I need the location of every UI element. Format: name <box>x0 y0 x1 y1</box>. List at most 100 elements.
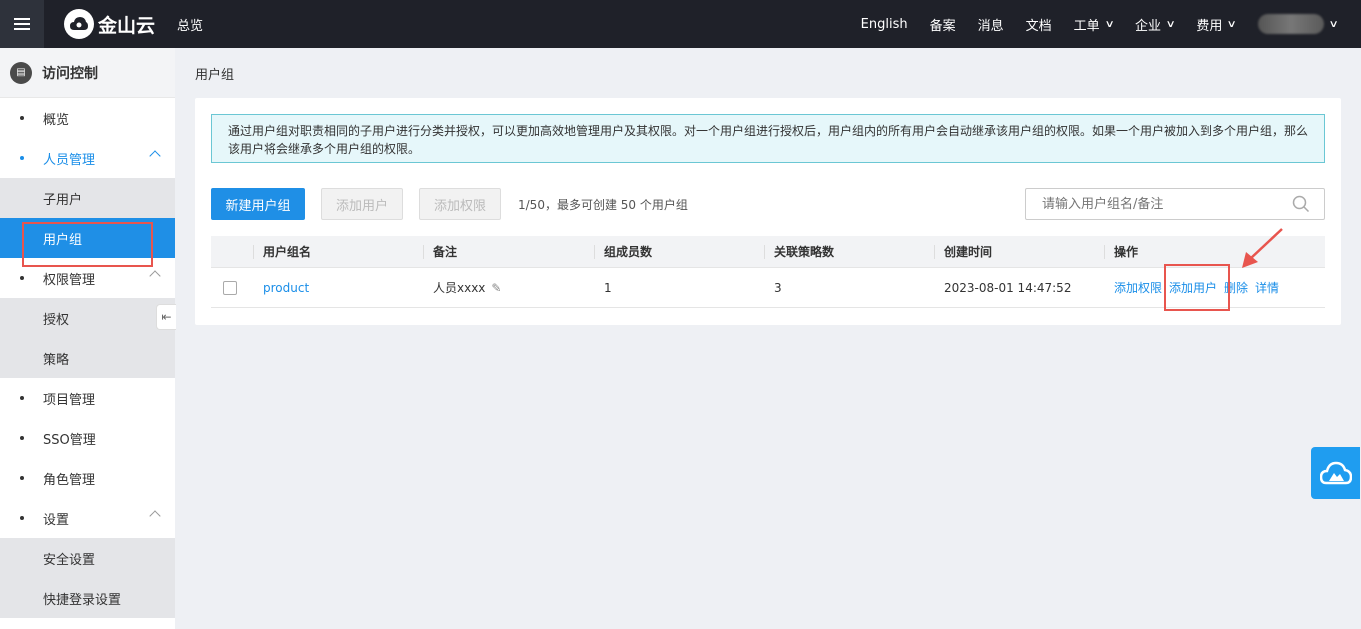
nav-docs-link[interactable]: 文档 <box>1026 15 1052 34</box>
page-title: 用户组 <box>195 68 235 83</box>
create-group-button[interactable]: 新建用户组 <box>211 188 305 220</box>
nav-messages-link[interactable]: 消息 <box>978 15 1004 34</box>
nav-enterprise-menu[interactable]: 企业 ∨ <box>1134 15 1176 34</box>
nav-ticket-label: 工单 <box>1073 18 1100 34</box>
nav-enterprise-label: 企业 <box>1134 18 1161 34</box>
bullet-icon <box>20 436 24 440</box>
chevron-down-icon: ∨ <box>1328 18 1339 30</box>
row-add-permission-link[interactable]: 添加权限 <box>1114 279 1162 296</box>
collapse-left-icon: ⇤ <box>161 310 172 324</box>
add-user-button[interactable]: 添加用户 <box>321 188 403 220</box>
sidebar-item-label: 角色管理 <box>43 472 96 488</box>
sidebar-item-role[interactable]: 角色管理 <box>0 458 175 498</box>
brand-name: 金山云 <box>98 14 156 37</box>
info-notice: 通过用户组对职责相同的子用户进行分类并授权，可以更加高效地管理用户及其权限。对一… <box>211 114 1325 163</box>
highlight-box-add-user <box>1164 264 1230 311</box>
usergroup-table: 用户组名 备注 组成员数 关联策略数 创建时间 操作 product 人员xxx… <box>211 236 1325 308</box>
bullet-icon <box>20 516 24 520</box>
row-checkbox[interactable] <box>223 280 237 295</box>
nav-overview-link[interactable]: 总览 <box>177 15 203 34</box>
cell-members: 1 <box>594 268 764 307</box>
nav-filing-label: 备案 <box>929 18 956 34</box>
header-label: 用户组名 <box>263 245 312 259</box>
id-card-icon: ▤ <box>10 61 32 84</box>
sidebar-item-label: 设置 <box>43 512 70 528</box>
bullet-icon <box>20 116 24 120</box>
brand-logo[interactable]: 金山云 <box>64 9 155 39</box>
nav-english-label: English <box>860 16 908 32</box>
highlight-box-usergroup <box>22 222 153 267</box>
header-members: 组成员数 <box>594 236 764 267</box>
search-icon[interactable] <box>1292 195 1310 213</box>
remark-text: 人员xxxx <box>433 281 486 295</box>
cell-remark: 人员xxxx ✎ <box>423 268 594 307</box>
bullet-icon <box>20 156 24 160</box>
notice-line-2: 该用户将会继承多个用户组的权限。 <box>228 142 421 156</box>
sidebar-item-security[interactable]: 安全设置 <box>0 538 175 578</box>
sidebar-item-label: 安全设置 <box>43 552 96 568</box>
nav-billing-label: 费用 <box>1196 18 1223 34</box>
header-actions: 操作 <box>1104 236 1325 267</box>
header-label: 关联策略数 <box>774 245 835 259</box>
chevron-up-icon <box>149 150 161 162</box>
sidebar-item-label: 策略 <box>43 352 70 368</box>
group-quota-text: 1/50，最多可创建 50 个用户组 <box>518 198 688 212</box>
annotation-arrow-icon <box>1242 228 1283 268</box>
cell-policies: 3 <box>764 268 934 307</box>
nav-docs-label: 文档 <box>1025 18 1052 34</box>
sidebar-item-sso[interactable]: SSO管理 <box>0 418 175 458</box>
sidebar-item-label: 人员管理 <box>43 152 96 168</box>
floating-help-button[interactable] <box>1311 447 1360 499</box>
sidebar-item-policy[interactable]: 策略 <box>0 338 175 378</box>
header-created: 创建时间 <box>934 236 1104 267</box>
add-permission-button[interactable]: 添加权限 <box>419 188 501 220</box>
nav-billing-menu[interactable]: 费用 ∨ <box>1196 15 1237 34</box>
mountain-cloud-icon <box>1319 461 1352 485</box>
hamburger-icon <box>14 17 30 31</box>
created-time: 2023-08-01 14:47:52 <box>944 280 1072 295</box>
group-name-link[interactable]: product <box>263 281 309 295</box>
row-select-cell <box>211 268 253 307</box>
cell-created: 2023-08-01 14:47:52 <box>934 268 1104 307</box>
member-count: 1 <box>604 280 612 295</box>
chevron-up-icon <box>149 510 161 522</box>
sidebar-item-label: SSO管理 <box>43 432 96 448</box>
header-policies: 关联策略数 <box>764 236 934 267</box>
row-detail-link[interactable]: 详情 <box>1255 279 1279 296</box>
header-label: 备注 <box>433 245 458 259</box>
nav-messages-label: 消息 <box>977 18 1004 34</box>
sidebar-item-label: 子用户 <box>43 192 83 208</box>
header-group-name: 用户组名 <box>253 236 423 267</box>
notice-line-1: 通过用户组对职责相同的子用户进行分类并授权，可以更加高效地管理用户及其权限。对一… <box>228 124 1309 138</box>
chevron-up-icon <box>149 270 161 282</box>
bullet-icon <box>20 396 24 400</box>
bullet-icon <box>20 276 24 280</box>
sidebar-item-people[interactable]: 人员管理 <box>0 138 175 178</box>
table-row: product 人员xxxx ✎ 1 3 2023-08-01 14:47:52 … <box>211 268 1325 308</box>
search-input[interactable] <box>1025 188 1325 220</box>
sidebar-item-subuser[interactable]: 子用户 <box>0 178 175 218</box>
sidebar-item-label: 快捷登录设置 <box>43 592 122 608</box>
sidebar-item-settings[interactable]: 设置 <box>0 498 175 538</box>
sidebar-item-overview[interactable]: 概览 <box>0 98 175 138</box>
sidebar-item-project[interactable]: 项目管理 <box>0 378 175 418</box>
sidebar: ▤ 访问控制 概览 人员管理 子用户 用户组 权限管理 授权 策略 项目管理 S… <box>0 48 175 629</box>
nav-filing-link[interactable]: 备案 <box>930 15 956 34</box>
menu-toggle-button[interactable] <box>0 0 44 48</box>
sidebar-item-grant[interactable]: 授权 <box>0 298 175 338</box>
top-navbar: 金山云 总览 English 备案 消息 文档 工单 ∨ 企业 ∨ 费用 ∨ ∨ <box>0 0 1361 48</box>
sidebar-title: 访问控制 <box>42 65 98 82</box>
table-header: 用户组名 备注 组成员数 关联策略数 创建时间 操作 <box>211 236 1325 268</box>
sidebar-collapse-button[interactable]: ⇤ <box>156 304 176 330</box>
header-label: 组成员数 <box>604 245 653 259</box>
nav-ticket-menu[interactable]: 工单 ∨ <box>1073 15 1115 34</box>
account-menu[interactable]: ∨ <box>1257 14 1339 34</box>
header-select-cell <box>211 236 253 267</box>
chevron-down-icon: ∨ <box>1165 18 1176 30</box>
cloud-logo-icon <box>64 9 94 39</box>
nav-english-link[interactable]: English <box>861 17 908 32</box>
sidebar-item-label: 权限管理 <box>43 272 96 288</box>
sidebar-header: ▤ 访问控制 <box>0 48 175 98</box>
pencil-icon[interactable]: ✎ <box>491 281 501 295</box>
sidebar-item-quicklogin[interactable]: 快捷登录设置 <box>0 578 175 618</box>
